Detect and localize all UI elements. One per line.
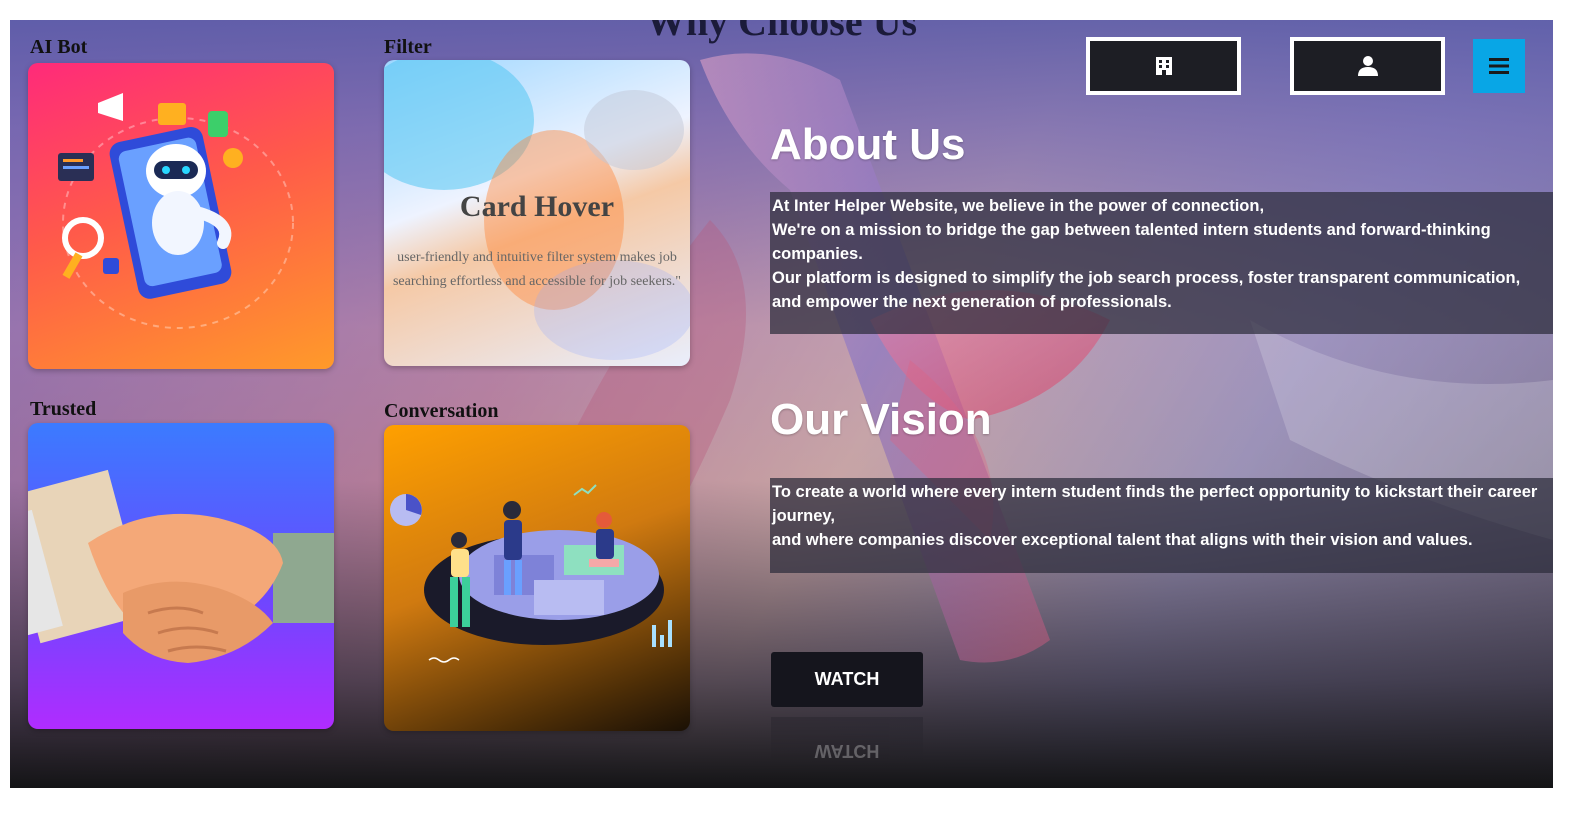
card-filter[interactable]: Card Hover user-friendly and intuitive f… — [384, 60, 690, 366]
card-hover-text: user-friendly and intuitive filter syste… — [392, 250, 682, 289]
about-line-1: At Inter Helper Website, we believe in t… — [772, 197, 1265, 215]
user-button[interactable] — [1290, 37, 1445, 95]
card-label-conversation: Conversation — [384, 400, 499, 422]
vision-line-1: To create a world where every intern stu… — [772, 483, 1538, 525]
user-icon — [1357, 56, 1378, 76]
our-vision-title: Our Vision — [770, 395, 992, 444]
card-conversation[interactable] — [384, 425, 690, 731]
about-line-3: Our platform is designed to simplify the… — [772, 269, 1521, 287]
menu-button[interactable] — [1473, 39, 1525, 93]
about-us-title: About Us — [770, 120, 966, 169]
about-us-text: At Inter Helper Website, we believe in t… — [770, 192, 1553, 334]
handshake-illustration — [28, 469, 334, 663]
company-button[interactable] — [1086, 37, 1241, 95]
about-line-4: and empower the next generation of profe… — [772, 293, 1172, 311]
card-ai-bot[interactable] — [28, 63, 334, 369]
conversation-illustration — [390, 484, 672, 663]
why-choose-us-section: Why Choose Us AI Bot Filter Card Hover u… — [10, 20, 1553, 788]
ai-bot-illustration — [58, 93, 294, 329]
hamburger-menu-icon — [1489, 58, 1509, 74]
card-trusted[interactable] — [28, 423, 334, 729]
card-label-filter: Filter — [384, 36, 432, 58]
watch-button-reflection: WATCH — [771, 717, 923, 761]
vision-line-2: and where companies discover exceptional… — [772, 531, 1473, 549]
about-line-2: We're on a mission to bridge the gap bet… — [772, 221, 1491, 263]
watch-button[interactable]: WATCH — [771, 652, 923, 707]
our-vision-text: To create a world where every intern stu… — [770, 478, 1553, 573]
card-label-trusted: Trusted — [30, 398, 97, 420]
building-icon — [1155, 57, 1172, 75]
card-label-ai-bot: AI Bot — [30, 36, 88, 58]
card-hover-title: Card Hover — [459, 190, 615, 223]
